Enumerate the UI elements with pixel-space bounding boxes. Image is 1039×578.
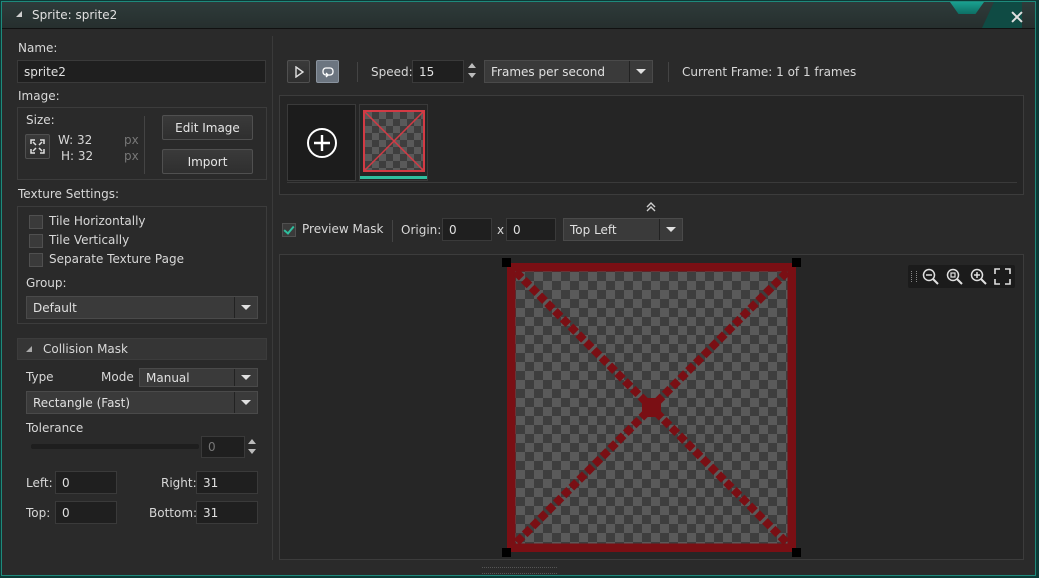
chevron-down-icon (629, 61, 652, 82)
zoom-toolbar (908, 265, 1015, 288)
sprite-preview (507, 263, 796, 552)
window-title: Sprite: sprite2 (32, 8, 118, 22)
edit-image-button[interactable]: Edit Image (162, 115, 253, 140)
resize-grip[interactable] (482, 567, 557, 574)
origin-preset-value: Top Left (570, 222, 617, 237)
collapse-triangle-icon[interactable] (16, 11, 22, 17)
zoom-reset-icon[interactable] (945, 267, 964, 289)
add-frame-button[interactable] (287, 104, 356, 181)
mask-handle[interactable] (502, 548, 511, 557)
tile-vertically-checkbox[interactable] (29, 234, 43, 248)
sprite-canvas[interactable] (279, 254, 1024, 560)
collision-header-label: Collision Mask (43, 342, 128, 356)
play-icon[interactable] (287, 60, 310, 83)
tolerance-slider[interactable] (31, 444, 199, 449)
tile-horizontally-label: Tile Horizontally (49, 214, 146, 228)
title-bar[interactable]: Sprite: sprite2 (2, 2, 1035, 29)
origin-x-input[interactable]: 0 (442, 218, 492, 241)
chevron-down-icon (234, 297, 257, 318)
height-text: H: 32 (61, 149, 94, 163)
mode-value: Manual (146, 370, 190, 385)
top-input[interactable]: 0 (55, 501, 117, 524)
preview-mask-checkbox[interactable] (282, 223, 296, 237)
group-label: Group: (26, 276, 67, 290)
import-button[interactable]: Import (162, 149, 253, 174)
mask-handle[interactable] (792, 548, 801, 557)
mask-handle[interactable] (792, 258, 801, 267)
name-input[interactable]: sprite2 (17, 60, 266, 83)
mode-dropdown[interactable]: Manual (139, 368, 258, 387)
type-label: Type (26, 370, 54, 384)
speed-spinner[interactable] (467, 62, 477, 80)
chevron-down-icon (234, 369, 257, 386)
add-frame-icon (306, 127, 337, 158)
preview-divider (392, 220, 393, 242)
current-frame-text: Current Frame: 1 of 1 frames (682, 65, 857, 79)
right-label: Right: (161, 476, 197, 490)
frame-thumbnail[interactable] (359, 104, 428, 181)
separate-texture-page-label: Separate Texture Page (49, 252, 184, 266)
close-icon[interactable] (1010, 10, 1024, 24)
mask-handle[interactable] (502, 258, 511, 267)
collapse-triangle-icon[interactable] (26, 346, 32, 352)
speed-input[interactable]: 15 (412, 60, 464, 83)
name-label: Name: (18, 41, 58, 55)
tolerance-label: Tolerance (26, 421, 84, 435)
chevron-down-icon (234, 392, 257, 413)
height-unit: px (124, 149, 139, 163)
origin-x-separator: x (497, 223, 505, 237)
resize-icon[interactable] (25, 134, 50, 159)
size-label: Size: (26, 113, 55, 127)
width-text: W: 32 (58, 133, 93, 147)
origin-y-input[interactable]: 0 (506, 218, 556, 241)
texture-settings-label: Texture Settings: (18, 187, 120, 201)
sprite-window: Sprite: sprite2 Name: sprite2 Image: Siz… (1, 1, 1036, 576)
group-value: Default (33, 300, 77, 315)
separate-texture-page-checkbox[interactable] (29, 253, 43, 267)
bottom-label: Bottom: (149, 506, 198, 520)
left-input[interactable]: 0 (55, 471, 117, 494)
top-label: Top: (26, 506, 51, 520)
image-label: Image: (18, 89, 60, 103)
collapse-icon[interactable] (645, 201, 657, 215)
frame-strip (279, 95, 1024, 195)
dock-notch (950, 2, 984, 14)
divider (144, 116, 145, 174)
frame-image (363, 110, 425, 172)
right-input[interactable]: 31 (196, 471, 258, 494)
toolbar-divider (357, 62, 358, 82)
grip-icon[interactable] (911, 271, 917, 282)
speed-unit-dropdown[interactable]: Frames per second (484, 60, 653, 83)
speed-label: Speed: (371, 65, 413, 79)
preview-mask-label: Preview Mask (302, 222, 384, 236)
splitter[interactable] (272, 36, 273, 560)
speed-unit-value: Frames per second (491, 64, 605, 79)
group-dropdown[interactable]: Default (26, 296, 258, 319)
tile-vertically-label: Tile Vertically (49, 233, 130, 247)
chevron-down-icon (659, 219, 682, 240)
collision-header[interactable]: Collision Mask (17, 338, 267, 360)
origin-label: Origin: (401, 223, 442, 237)
texture-panel: Tile Horizontally Tile Vertically Separa… (17, 206, 267, 324)
loop-icon[interactable] (316, 60, 339, 83)
toolbar-divider (668, 62, 669, 82)
fit-icon[interactable] (993, 267, 1012, 289)
shape-value: Rectangle (Fast) (33, 395, 131, 410)
mode-label: Mode (101, 370, 134, 384)
timeline-ruler (287, 182, 1017, 183)
tolerance-spinner[interactable] (247, 438, 257, 456)
width-unit: px (124, 133, 139, 147)
zoom-in-icon[interactable] (969, 267, 988, 289)
bottom-input[interactable]: 31 (196, 501, 258, 524)
tile-horizontally-checkbox[interactable] (29, 215, 43, 229)
zoom-out-icon[interactable] (921, 267, 940, 289)
left-label: Left: (26, 476, 53, 490)
image-panel: Size: W: 32 H: 32 px px Edit Image Impor… (17, 107, 267, 180)
shape-dropdown[interactable]: Rectangle (Fast) (26, 391, 258, 414)
tolerance-input[interactable]: 0 (201, 436, 245, 458)
origin-preset-dropdown[interactable]: Top Left (563, 218, 683, 241)
frame-selected-bar (360, 176, 427, 179)
collision-panel: Collision Mask Type Mode Manual Rectangl… (17, 338, 267, 532)
